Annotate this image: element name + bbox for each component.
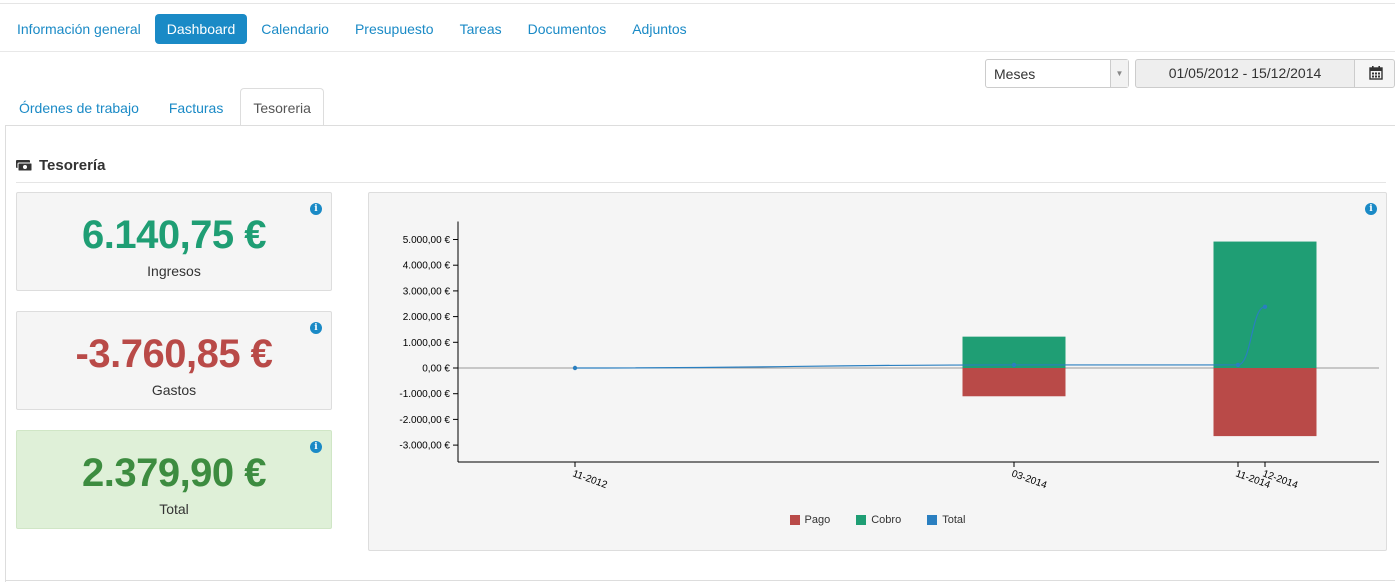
tesoreria-chart-panel: i 5.000,00 €4.000,00 €3.000,00 €2.000,00… — [368, 192, 1387, 551]
chart-legend: Pago Cobro Total — [369, 514, 1386, 526]
content-border-left — [5, 125, 6, 582]
tabs-border — [5, 125, 1395, 126]
ingresos-card: i 6.140,75 € Ingresos — [16, 192, 332, 291]
section-title: Tesorería — [39, 157, 106, 174]
legend-item-total[interactable]: Total — [927, 514, 965, 526]
period-select[interactable]: Meses ▼ — [985, 59, 1129, 88]
legend-item-pago[interactable]: Pago — [789, 514, 831, 526]
legend-swatch-cobro — [856, 515, 867, 525]
date-range-input[interactable]: 01/05/2012 - 15/12/2014 — [1135, 59, 1355, 88]
total-point — [1262, 304, 1268, 310]
section-header: Tesorería — [16, 157, 105, 174]
dashboard-tabs: Órdenes de trabajo Facturas Tesoreria — [6, 88, 328, 126]
y-tick-label: -2.000,00 € — [399, 415, 450, 426]
nav-dashboard[interactable]: Dashboard — [154, 14, 248, 44]
top-border — [0, 3, 1395, 4]
period-select-value: Meses — [994, 66, 1036, 82]
total-label: Total — [159, 501, 189, 517]
y-tick-label: 5.000,00 € — [403, 235, 451, 246]
tab-tesoreria[interactable]: Tesoreria — [240, 88, 324, 126]
nav-informacion-general[interactable]: Información general — [5, 14, 153, 44]
ingresos-label: Ingresos — [147, 263, 201, 279]
y-tick-label: -1.000,00 € — [399, 389, 450, 400]
gastos-card: i -3.760,85 € Gastos — [16, 311, 332, 410]
gastos-amount: -3.760,85 € — [75, 332, 273, 376]
section-divider — [16, 182, 1386, 183]
main-nav: Información general Dashboard Calendario… — [5, 14, 701, 44]
total-point — [1235, 362, 1241, 368]
legend-swatch-total — [927, 515, 938, 525]
nav-adjuntos[interactable]: Adjuntos — [620, 14, 698, 44]
pago-bar — [962, 368, 1066, 397]
total-card: i 2.379,90 € Total — [16, 430, 332, 529]
total-line — [574, 306, 1266, 369]
y-tick-label: 4.000,00 € — [403, 261, 451, 272]
chevron-down-icon: ▼ — [1110, 60, 1128, 87]
calendar-button[interactable] — [1354, 59, 1395, 88]
tab-ordenes-de-trabajo[interactable]: Órdenes de trabajo — [6, 88, 152, 126]
gastos-label: Gastos — [151, 382, 197, 398]
y-tick-label: -3.000,00 € — [399, 441, 450, 452]
total-point — [1011, 362, 1017, 368]
nav-presupuesto[interactable]: Presupuesto — [343, 14, 446, 44]
legend-swatch-pago — [789, 515, 800, 525]
tab-facturas[interactable]: Facturas — [156, 88, 236, 126]
nav-divider — [0, 51, 1395, 52]
nav-calendario[interactable]: Calendario — [249, 14, 341, 44]
legend-label-total: Total — [942, 514, 966, 526]
ingresos-amount: 6.140,75 € — [81, 213, 267, 257]
y-tick-label: 2.000,00 € — [403, 312, 451, 323]
calendar-icon — [1369, 66, 1383, 80]
money-icon — [16, 159, 33, 171]
y-tick-label: 3.000,00 € — [403, 286, 451, 297]
content-border-bottom — [5, 580, 1395, 581]
x-tick-label: 11-2012 — [571, 468, 609, 491]
legend-label-cobro: Cobro — [871, 514, 902, 526]
y-tick-label: 1.000,00 € — [403, 338, 451, 349]
tesoreria-chart: 5.000,00 € 4.000,00 € 3.000,00 € 2.000,00 €… — [399, 221, 1379, 491]
legend-item-cobro[interactable]: Cobro — [856, 514, 901, 526]
pago-bar — [1213, 368, 1317, 437]
x-tick-label: 03-2014 — [1010, 468, 1049, 491]
nav-tareas[interactable]: Tareas — [448, 14, 514, 44]
total-amount: 2.379,90 € — [81, 451, 267, 495]
total-point — [572, 365, 578, 371]
nav-documentos[interactable]: Documentos — [516, 14, 619, 44]
legend-label-pago: Pago — [804, 514, 831, 526]
y-tick-label: 0,00 € — [422, 364, 450, 375]
